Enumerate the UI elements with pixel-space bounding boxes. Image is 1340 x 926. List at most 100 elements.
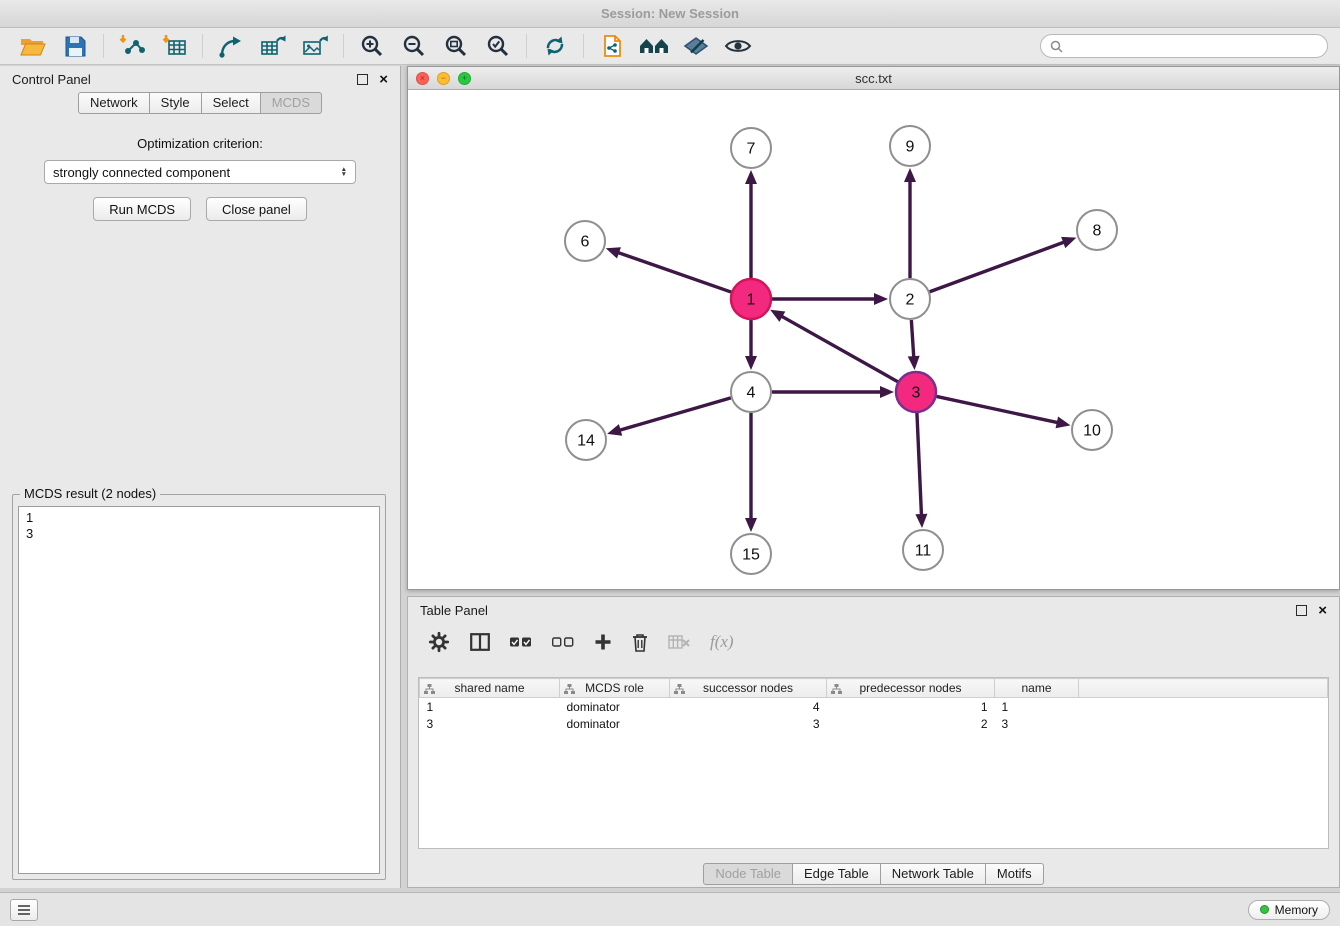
select-all-button[interactable] bbox=[510, 636, 532, 648]
show-columns-button[interactable] bbox=[470, 633, 490, 651]
table-cell[interactable]: 3 bbox=[995, 715, 1079, 732]
table-cell[interactable]: 1 bbox=[827, 698, 995, 716]
criterion-dropdown[interactable]: strongly connected component ▲▼ bbox=[44, 160, 356, 184]
table-panel-header: Table Panel × bbox=[408, 597, 1339, 623]
tab-node-table[interactable]: Node Table bbox=[703, 863, 793, 885]
column-tree-icon bbox=[831, 684, 842, 694]
export-table-button[interactable] bbox=[253, 30, 293, 62]
zoom-out-button[interactable] bbox=[394, 30, 434, 62]
fx-icon: f(x) bbox=[710, 632, 734, 652]
table-cell[interactable]: 2 bbox=[827, 715, 995, 732]
column-header-filler bbox=[1079, 679, 1328, 698]
table-cell[interactable]: 4 bbox=[670, 698, 827, 716]
window-close-button[interactable]: × bbox=[416, 72, 429, 85]
graph-edge-2-3[interactable] bbox=[911, 320, 913, 358]
table-tabs: Node Table Edge Table Network Table Moti… bbox=[408, 863, 1339, 885]
memory-label: Memory bbox=[1275, 903, 1318, 917]
run-mcds-button[interactable]: Run MCDS bbox=[93, 197, 191, 221]
graph-edge-3-1[interactable] bbox=[781, 316, 898, 382]
table-cell[interactable]: dominator bbox=[560, 698, 670, 716]
refresh-icon bbox=[543, 34, 567, 58]
table-cell[interactable]: 3 bbox=[670, 715, 827, 732]
table-row[interactable]: 3dominator323 bbox=[420, 715, 1328, 732]
tab-network-table[interactable]: Network Table bbox=[881, 863, 986, 885]
table-cell[interactable]: dominator bbox=[560, 715, 670, 732]
window-zoom-button[interactable]: + bbox=[458, 72, 471, 85]
close-panel-icon[interactable]: × bbox=[379, 72, 388, 87]
column-header-name[interactable]: name bbox=[995, 679, 1079, 698]
graph-edge-1-6[interactable] bbox=[617, 252, 731, 292]
export-network-button[interactable] bbox=[211, 30, 251, 62]
import-network-button[interactable] bbox=[112, 30, 152, 62]
table-settings-button[interactable] bbox=[428, 631, 450, 653]
tab-motifs[interactable]: Motifs bbox=[986, 863, 1044, 885]
table-cell[interactable]: 1 bbox=[420, 698, 560, 716]
graph-node-label: 6 bbox=[581, 234, 590, 251]
zoom-in-button[interactable] bbox=[352, 30, 392, 62]
zoom-fit-button[interactable] bbox=[436, 30, 476, 62]
panel-chooser-button[interactable] bbox=[10, 899, 38, 921]
table-header-row: shared name MCDS role successor nodes bbox=[420, 679, 1328, 698]
graph-node-label: 14 bbox=[577, 433, 595, 450]
deselect-all-icon bbox=[552, 636, 574, 648]
delete-column-button[interactable] bbox=[632, 633, 648, 652]
column-tree-icon bbox=[674, 684, 685, 694]
network-view-window: scc.txt × − + 7968124314101511 bbox=[407, 66, 1340, 590]
graph-node-label: 9 bbox=[906, 139, 915, 156]
table-cell[interactable]: 1 bbox=[995, 698, 1079, 716]
window-title: Session: New Session bbox=[601, 6, 739, 21]
search-input[interactable] bbox=[1069, 38, 1318, 55]
status-bar: Memory bbox=[0, 892, 1340, 926]
tab-style[interactable]: Style bbox=[150, 92, 202, 114]
float-table-panel-icon[interactable] bbox=[1296, 605, 1307, 616]
style-button[interactable] bbox=[676, 30, 716, 62]
graph-edge-2-8[interactable] bbox=[930, 242, 1065, 292]
network-file-button[interactable] bbox=[592, 30, 632, 62]
column-header-successor-nodes[interactable]: successor nodes bbox=[670, 679, 827, 698]
save-session-button[interactable] bbox=[55, 30, 95, 62]
export-image-button[interactable] bbox=[295, 30, 335, 62]
home-button[interactable] bbox=[634, 30, 674, 62]
tab-select[interactable]: Select bbox=[202, 92, 261, 114]
table-toolbar: f(x) bbox=[418, 623, 1329, 661]
function-builder-button[interactable]: f(x) bbox=[710, 632, 734, 652]
add-column-button[interactable] bbox=[594, 633, 612, 651]
open-session-button[interactable] bbox=[13, 30, 53, 62]
column-header-predecessor-nodes[interactable]: predecessor nodes bbox=[827, 679, 995, 698]
zoom-selected-button[interactable] bbox=[478, 30, 518, 62]
tab-mcds[interactable]: MCDS bbox=[261, 92, 322, 114]
delete-table-button[interactable] bbox=[668, 634, 690, 650]
graph-edge-arrow bbox=[908, 356, 920, 370]
list-icon bbox=[17, 904, 31, 916]
tab-network[interactable]: Network bbox=[78, 92, 150, 114]
refresh-network-button[interactable] bbox=[535, 30, 575, 62]
graph-node-label: 3 bbox=[912, 385, 921, 402]
graph-edge-3-10[interactable] bbox=[937, 396, 1059, 422]
memory-status-icon bbox=[1260, 905, 1269, 914]
show-hide-button[interactable] bbox=[718, 30, 758, 62]
open-folder-icon bbox=[20, 36, 46, 56]
close-table-panel-icon[interactable]: × bbox=[1318, 603, 1327, 618]
close-panel-button[interactable]: Close panel bbox=[206, 197, 307, 221]
search-field[interactable] bbox=[1040, 34, 1328, 58]
table-cell[interactable]: 3 bbox=[420, 715, 560, 732]
import-table-button[interactable] bbox=[154, 30, 194, 62]
window-minimize-button[interactable]: − bbox=[437, 72, 450, 85]
float-panel-icon[interactable] bbox=[357, 74, 368, 85]
column-header-shared-name[interactable]: shared name bbox=[420, 679, 560, 698]
graph-edge-3-11[interactable] bbox=[917, 413, 922, 516]
control-panel-tabs: Network Style Select MCDS bbox=[0, 92, 400, 114]
zoom-out-icon bbox=[402, 34, 426, 58]
memory-button[interactable]: Memory bbox=[1248, 900, 1330, 920]
deselect-all-button[interactable] bbox=[552, 636, 574, 648]
window-titlebar: Session: New Session bbox=[0, 0, 1340, 28]
table-row[interactable]: 1dominator411 bbox=[420, 698, 1328, 716]
network-canvas[interactable]: 7968124314101511 bbox=[408, 90, 1339, 589]
network-window-titlebar[interactable]: scc.txt × − + bbox=[408, 67, 1339, 90]
mcds-result-list[interactable]: 13 bbox=[18, 506, 380, 874]
column-header-mcds-role[interactable]: MCDS role bbox=[560, 679, 670, 698]
graph-edge-4-14[interactable] bbox=[619, 398, 731, 431]
tab-edge-table[interactable]: Edge Table bbox=[793, 863, 881, 885]
graph-node-label: 4 bbox=[747, 385, 756, 402]
control-panel-title: Control Panel bbox=[12, 72, 91, 87]
